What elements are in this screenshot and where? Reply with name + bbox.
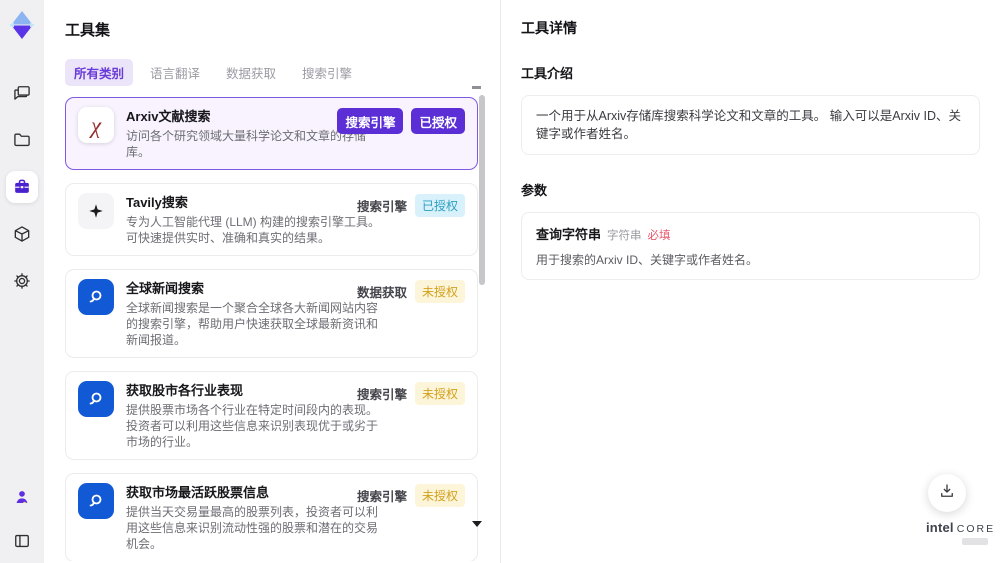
intro-text: 一个用于从Arxiv存储库搜索科学论文和文章的工具。 输入可以是Arxiv ID… [536,109,962,141]
sidebar-nav [6,77,38,297]
tool-card-tavily[interactable]: Tavily搜索 专为人工智能代理 (LLM) 构建的搜索引擎工具。可快速提供实… [65,183,478,256]
stock-search-icon [78,381,114,417]
tool-name: Tavily搜索 [126,195,188,210]
category-label: 数据获取 [356,286,407,300]
tool-name: 获取市场最活跃股票信息 [126,485,270,500]
scrollbar-top-dash [472,86,481,89]
arxiv-chi-icon: χ [78,107,114,143]
category-badge: 搜索引擎 [337,108,404,134]
download-button[interactable] [928,474,966,512]
intro-heading: 工具介绍 [521,66,574,81]
tool-list-panel: 工具集 所有类别 语言翻译 数据获取 搜索引擎 χ Arxiv文献搜索 访问各个… [44,0,500,563]
tool-detail-panel: 工具详情 工具介绍 一个用于从Arxiv存储库搜索科学论文和文章的工具。 输入可… [500,0,1000,563]
tool-card-arxiv[interactable]: χ Arxiv文献搜索 访问各个研究领域大量科学论文和文章的存储库。 搜索引擎 … [65,97,478,170]
page-title: 工具集 [65,22,111,39]
scroll-down-arrow-icon[interactable] [472,521,482,527]
tool-list: χ Arxiv文献搜索 访问各个研究领域大量科学论文和文章的存储库。 搜索引擎 … [65,97,478,561]
sidebar-item-tools[interactable] [6,171,38,203]
sidebar-bottom [6,481,38,557]
sidebar-item-files[interactable] [6,124,38,156]
parameter-box: 查询字符串 字符串 必填 用于搜索的Arxiv ID、关键字或作者姓名。 [521,212,980,280]
tool-card-sector-performance[interactable]: 获取股市各行业表现 提供股票市场各个行业在特定时间段内的表现。投资者可以利用这些… [65,371,478,460]
chat-icon [12,83,32,103]
tool-description: 提供股票市场各个行业在特定时间段内的表现。投资者可以利用这些信息来识别表现优于或… [126,403,379,449]
brand-sub-bar [962,538,988,545]
sidebar-item-account[interactable] [6,481,38,513]
tab-all-categories[interactable]: 所有类别 [65,59,134,86]
app-window: 工具集 所有类别 语言翻译 数据获取 搜索引擎 χ Arxiv文献搜索 访问各个… [0,0,1000,563]
tool-name: 获取股市各行业表现 [126,383,244,398]
tool-description: 专为人工智能代理 (LLM) 构建的搜索引擎工具。可快速提供实时、准确和真实的结… [126,215,381,245]
params-heading: 参数 [521,183,548,198]
parameter-name: 查询字符串 [536,227,602,242]
scrollbar-thumb[interactable] [479,95,485,285]
intro-box: 一个用于从Arxiv存储库搜索科学论文和文章的工具。 输入可以是Arxiv ID… [521,95,980,155]
tool-description: 提供当天交易量最高的股票列表，投资者可以利用这些信息来识别流动性强的股票和潜在的… [126,505,379,551]
sidebar-item-settings[interactable] [6,265,38,297]
category-label: 搜索引擎 [356,200,407,214]
settings-icon [12,271,32,291]
tab-data-fetch[interactable]: 数据获取 [217,59,285,86]
sidebar-item-collapse[interactable] [6,525,38,557]
sidebar [0,0,44,563]
panel-toggle-icon [12,531,32,551]
brand-core-text: core [956,523,996,535]
user-avatar-icon [12,487,32,507]
auth-status-badge: 未授权 [414,382,465,405]
category-label: 搜索引擎 [356,388,407,402]
parameter-description: 用于搜索的Arxiv ID、关键字或作者姓名。 [536,253,759,267]
detail-title: 工具详情 [521,20,577,36]
tab-language-translation[interactable]: 语言翻译 [141,59,209,86]
app-logo-diamond-icon [6,9,38,41]
sidebar-item-chat[interactable] [6,77,38,109]
stock-search-icon [78,483,114,519]
tool-name: 全球新闻搜索 [126,281,205,296]
category-label: 搜索引擎 [356,490,407,504]
package-icon [12,224,32,244]
auth-status-badge: 未授权 [414,484,465,507]
tab-search-engine[interactable]: 搜索引擎 [293,59,361,86]
tool-card-global-news[interactable]: 全球新闻搜索 全球新闻搜索是一个聚合全球各大新闻网站内容的搜索引擎，帮助用户快速… [65,269,478,358]
brand-intel-text: intel [926,520,954,535]
folder-icon [12,130,32,150]
download-icon [938,482,956,505]
intel-core-logo: intel core [926,520,993,545]
sidebar-item-packages[interactable] [6,218,38,250]
tavily-star-icon [78,193,114,229]
category-tabs: 所有类别 语言翻译 数据获取 搜索引擎 [65,59,500,86]
news-search-icon [78,279,114,315]
tool-card-most-active-stocks[interactable]: 获取市场最活跃股票信息 提供当天交易量最高的股票列表，投资者可以利用这些信息来识… [65,473,478,561]
parameter-type: 字符串 [607,230,642,242]
auth-status-badge: 已授权 [411,108,465,134]
auth-status-badge: 未授权 [414,280,465,303]
parameter-required-label: 必填 [647,230,671,242]
toolbox-icon [12,177,32,197]
tool-description: 全球新闻搜索是一个聚合全球各大新闻网站内容的搜索引擎，帮助用户快速获取全球最新资… [126,301,379,347]
auth-status-badge: 已授权 [414,194,465,217]
